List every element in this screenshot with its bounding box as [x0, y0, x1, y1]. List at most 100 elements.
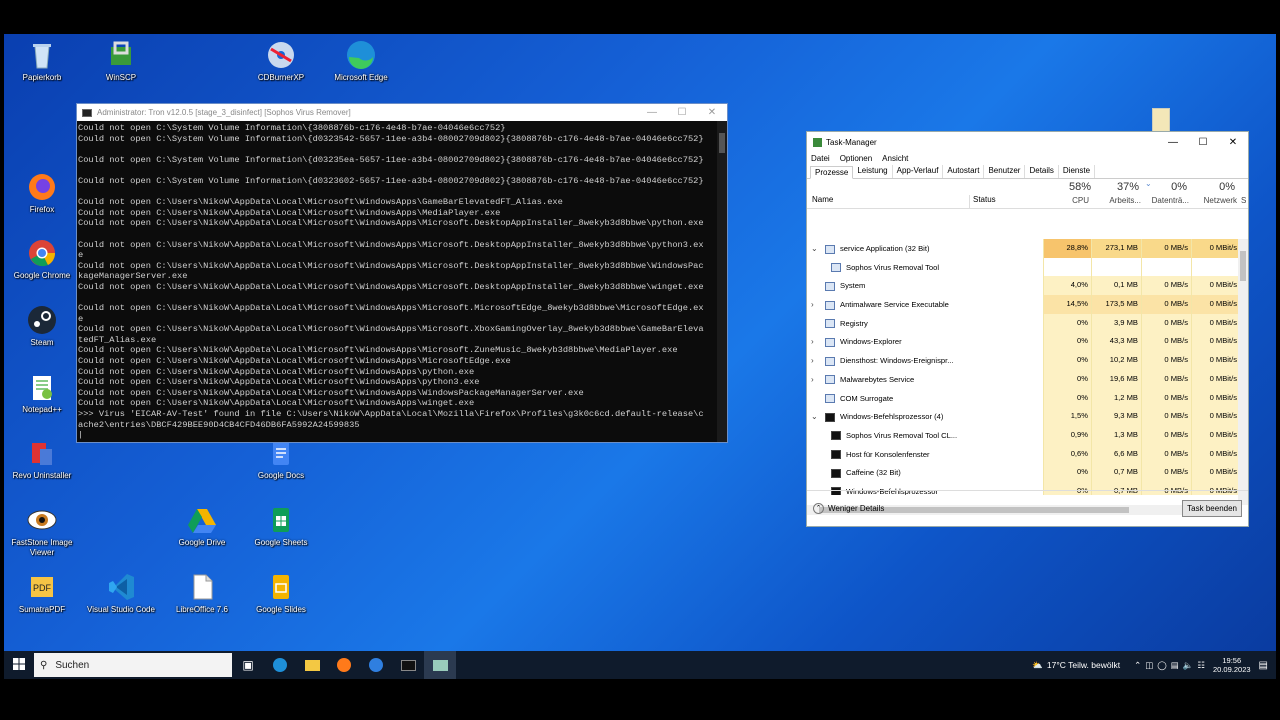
desktop-icon-vscode[interactable]: Visual Studio Code	[84, 571, 158, 615]
desktop-icon-edge[interactable]: Microsoft Edge	[324, 39, 398, 83]
volume-icon[interactable]: 🔈	[1183, 660, 1194, 671]
console-window[interactable]: Administrator: Tron v12.0.5 [stage_3_dis…	[76, 103, 728, 443]
task-view-icon[interactable]: ▣	[232, 651, 264, 679]
chevron-down-icon[interactable]: ⌄	[811, 412, 819, 421]
vscode-icon	[105, 571, 137, 603]
tray-chevron-icon[interactable]: ⌃	[1134, 660, 1141, 671]
close-button[interactable]: ✕	[697, 107, 727, 118]
process-row[interactable]: Registry 0% 3,9 MB 0 MB/s 0 MBit/s	[807, 313, 1240, 333]
end-task-button[interactable]: Task beenden	[1182, 500, 1242, 517]
process-cpu-cell: 0%	[1043, 463, 1091, 482]
chevron-right-icon[interactable]: ›	[811, 356, 819, 365]
column-disk[interactable]: Datenträ...	[1145, 196, 1189, 205]
console-scrollbar[interactable]	[717, 121, 727, 442]
menu-optionen[interactable]: Optionen	[840, 154, 872, 163]
desktop-icon-notepadpp[interactable]: Notepad++	[5, 371, 79, 415]
process-disk-cell: 0 MB/s	[1141, 369, 1191, 389]
column-status[interactable]: Status	[969, 195, 996, 209]
taskbar-edge-icon[interactable]	[264, 651, 296, 679]
desktop-icon-winscp[interactable]: WinSCP	[84, 39, 158, 83]
clock[interactable]: 19:56 20.09.2023	[1213, 656, 1251, 674]
console-output[interactable]: Could not open C:\System Volume Informat…	[77, 121, 717, 442]
desktop-icon-sumatrapdf[interactable]: PDF SumatraPDF	[5, 571, 79, 615]
desktop-icon-google-sheets[interactable]: Google Sheets	[244, 504, 318, 548]
tab-benutzer[interactable]: Benutzer	[984, 165, 1026, 178]
menu-datei[interactable]: Datei	[811, 154, 830, 163]
tray-app-icon[interactable]: ◫	[1145, 660, 1153, 671]
minimize-button[interactable]: —	[1158, 137, 1188, 148]
notification-icon[interactable]: ▤	[1259, 660, 1268, 671]
desktop-icon-google-slides[interactable]: Google Slides	[244, 571, 318, 615]
file-explorer-icon[interactable]	[296, 651, 328, 679]
process-row[interactable]: Caffeine (32 Bit) 0% 0,7 MB 0 MB/s 0 MBit/s	[807, 463, 1240, 482]
scrollbar-thumb[interactable]	[719, 133, 725, 153]
maximize-button[interactable]: ☐	[1188, 137, 1218, 148]
scrollbar-thumb[interactable]	[1240, 251, 1246, 281]
process-name-cell: Registry	[825, 319, 868, 329]
network-icon[interactable]: ▤	[1171, 660, 1179, 671]
process-row[interactable]: Sophos Virus Removal Tool CL... 0,9% 1,3 M…	[807, 425, 1240, 445]
process-row[interactable]: › Diensthost: Windows-Ereignispr... 0% 10,2…	[807, 351, 1240, 370]
desktop-icon-google-docs[interactable]: Google Docs	[244, 437, 318, 481]
column-extra[interactable]: S	[1241, 196, 1246, 205]
desktop-icon-faststone[interactable]: FastStone Image Viewer	[5, 504, 79, 558]
column-memory[interactable]: Arbeits...	[1101, 196, 1141, 205]
tab-prozesse[interactable]: Prozesse	[810, 166, 854, 179]
tab-autostart[interactable]: Autostart	[943, 165, 985, 178]
process-name-cell: Malwarebytes Service	[825, 375, 914, 385]
column-network[interactable]: Netzwerk	[1193, 196, 1237, 205]
column-name[interactable]: Name	[812, 195, 833, 204]
weather-text[interactable]: 17°C Teilw. bewölkt	[1047, 660, 1120, 670]
tray-app-icon[interactable]: ☷	[1197, 660, 1205, 671]
process-name: Antimalware Service Executable	[840, 300, 949, 310]
chevron-right-icon[interactable]: ›	[811, 375, 819, 384]
chevron-down-icon[interactable]: ⌄	[811, 244, 819, 253]
process-disk-cell: 0 MB/s	[1141, 239, 1191, 258]
task-manager-window[interactable]: Task-Manager — ☐ ✕ Datei Optionen Ansich…	[806, 131, 1249, 527]
tab-app-verlauf[interactable]: App-Verlauf	[893, 165, 944, 178]
process-row[interactable]: COM Surrogate 0% 1,2 MB 0 MB/s 0 MBit/s	[807, 388, 1240, 408]
minimize-button[interactable]: —	[637, 107, 667, 118]
taskbar-console-icon[interactable]	[392, 651, 424, 679]
task-manager-titlebar[interactable]: Task-Manager — ☐ ✕	[807, 132, 1248, 152]
process-row[interactable]: › Malwarebytes Service 0% 19,6 MB 0 MB/s 0 MB…	[807, 369, 1240, 389]
desktop-icon-chrome[interactable]: Google Chrome	[5, 237, 79, 281]
desktop-icon-recycle-bin[interactable]: Papierkorb	[5, 39, 79, 83]
taskbar-search[interactable]: ⚲ Suchen	[34, 653, 232, 677]
desktop-icon-cdburnerxp[interactable]: CDBurnerXP	[244, 39, 318, 83]
desktop-icon-steam[interactable]: Steam	[5, 304, 79, 348]
tab-leistung[interactable]: Leistung	[853, 165, 893, 178]
tab-dienste[interactable]: Dienste	[1059, 165, 1096, 178]
desktop-icon-libreoffice[interactable]: LibreOffice 7.6	[165, 571, 239, 615]
process-row[interactable]: System 4,0% 0,1 MB 0 MB/s 0 MBit/s	[807, 276, 1240, 296]
weather-icon[interactable]: ⛅	[1032, 660, 1043, 671]
close-button[interactable]: ✕	[1218, 137, 1248, 148]
menu-ansicht[interactable]: Ansicht	[882, 154, 908, 163]
taskbar-firefox-icon[interactable]	[328, 651, 360, 679]
fewer-details-link[interactable]: ⌃ Weniger Details	[813, 503, 884, 514]
process-row[interactable]: Sophos Virus Removal Tool	[807, 257, 1240, 277]
tray-app-icon[interactable]: ◯	[1157, 660, 1167, 671]
taskbar-task-manager-icon[interactable]	[424, 651, 456, 679]
start-button[interactable]	[4, 657, 34, 673]
process-row[interactable]: Host für Konsolenfenster 0,6% 6,6 MB 0 MB/s…	[807, 444, 1240, 464]
file-icon[interactable]	[1152, 108, 1170, 132]
chevron-right-icon[interactable]: ›	[811, 300, 819, 309]
chevron-right-icon[interactable]: ›	[811, 337, 819, 346]
maximize-button[interactable]: ☐	[667, 107, 697, 118]
process-list-vscrollbar[interactable]	[1238, 239, 1248, 505]
tab-details[interactable]: Details	[1025, 165, 1059, 178]
taskbar-app-icon[interactable]	[360, 651, 392, 679]
process-disk-cell: 0 MB/s	[1141, 313, 1191, 333]
desktop-icon-firefox[interactable]: Firefox	[5, 171, 79, 215]
process-row[interactable]: ⌄ service Application (32 Bit) 28,8% 273,1 …	[807, 239, 1240, 258]
process-row[interactable]: › Windows-Explorer 0% 43,3 MB 0 MB/s 0 MBit/s	[807, 332, 1240, 352]
gear-icon	[825, 356, 835, 366]
console-titlebar[interactable]: Administrator: Tron v12.0.5 [stage_3_dis…	[77, 104, 727, 121]
process-row[interactable]: › Antimalware Service Executable 14,5% 173,…	[807, 295, 1240, 314]
desktop-icon-revo[interactable]: Revo Uninstaller	[5, 437, 79, 481]
process-row[interactable]: ⌄ Windows-Befehlsprozessor (4) 1,5% 9,3 MB 0…	[807, 407, 1240, 426]
column-cpu[interactable]: CPU	[1069, 196, 1089, 205]
console-line: tedFT_Alias.exe	[78, 334, 157, 345]
desktop-icon-google-drive[interactable]: Google Drive	[165, 504, 239, 548]
